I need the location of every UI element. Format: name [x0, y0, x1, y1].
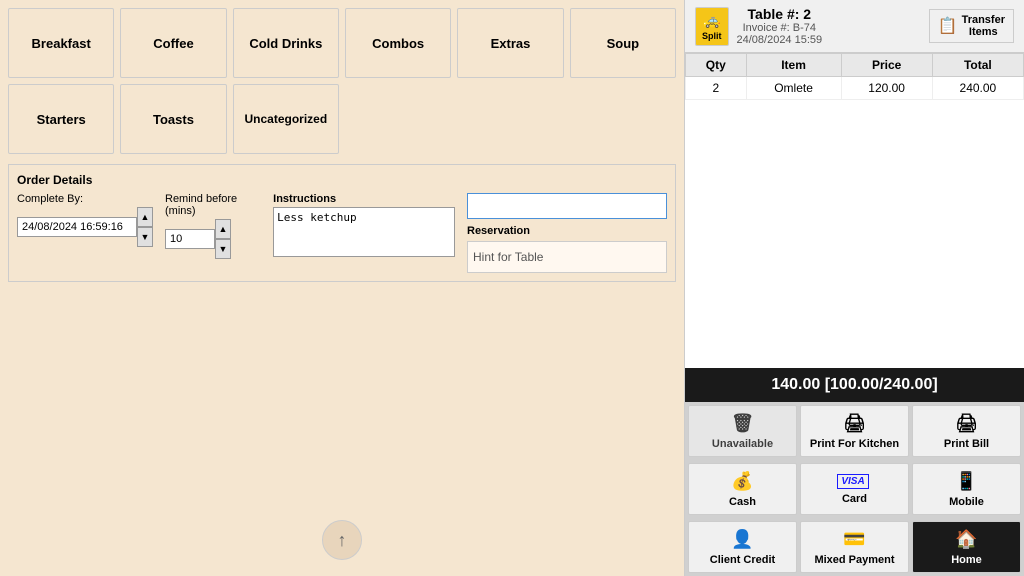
mixed-payment-label: Mixed Payment: [814, 554, 894, 566]
unavailable-label: Unavailable: [712, 438, 773, 450]
print-kitchen-button[interactable]: 🖨 Print For Kitchen: [800, 405, 909, 457]
client-credit-label: Client Credit: [710, 554, 775, 566]
home-label: Home: [951, 554, 982, 566]
col-qty: Qty: [686, 54, 747, 77]
unavailable-button[interactable]: 🗑 Unavailable: [688, 405, 797, 457]
print-kitchen-icon: 🖨: [843, 413, 866, 434]
split-label: Split: [702, 31, 722, 41]
cash-label: Cash: [729, 496, 756, 508]
reservation-area: Reservation: [467, 193, 667, 273]
menu-grid-row2: Starters Toasts Uncategorized: [8, 84, 676, 154]
table-row[interactable]: 2 Omlete 120.00 240.00: [686, 77, 1024, 100]
category-uncategorized[interactable]: Uncategorized: [233, 84, 339, 154]
mobile-button[interactable]: 📱 Mobile: [912, 463, 1021, 515]
print-bill-icon: 🖨: [955, 413, 978, 434]
remind-input[interactable]: [165, 229, 215, 249]
instructions-textarea[interactable]: Less ketchup: [273, 207, 455, 257]
table-title: Table #: 2: [737, 6, 823, 22]
complete-by-input[interactable]: [17, 217, 137, 237]
card-button[interactable]: VISA Card: [800, 463, 909, 515]
category-cold-drinks[interactable]: Cold Drinks: [233, 8, 339, 78]
remind-up[interactable]: ▲: [215, 219, 231, 239]
trash-icon: 🗑: [731, 413, 754, 434]
mixed-payment-icon: 💳: [843, 529, 865, 550]
total-text: 140.00 [100.00/240.00]: [771, 376, 937, 393]
print-kitchen-label: Print For Kitchen: [810, 438, 899, 450]
cash-icon: 💰: [731, 471, 753, 492]
action-buttons-row2: 💰 Cash VISA Card 📱 Mobile: [685, 460, 1024, 518]
remind-down[interactable]: ▼: [215, 239, 231, 259]
instructions-label: Instructions: [273, 193, 455, 205]
transfer-label: Transfer Items: [962, 14, 1005, 38]
menu-grid-row1: Breakfast Coffee Cold Drinks Combos Extr…: [8, 8, 676, 78]
table-header: 🚕 Split Table #: 2 Invoice #: B-74 24/08…: [685, 0, 1024, 53]
category-breakfast[interactable]: Breakfast: [8, 8, 114, 78]
print-bill-button[interactable]: 🖨 Print Bill: [912, 405, 1021, 457]
category-toasts[interactable]: Toasts: [120, 84, 226, 154]
reservation-label: Reservation: [467, 225, 667, 237]
client-credit-button[interactable]: 👤 Client Credit: [688, 521, 797, 573]
client-credit-icon: 👤: [731, 529, 753, 550]
split-icon: 🚕: [703, 12, 720, 29]
col-total: Total: [932, 54, 1023, 77]
cash-button[interactable]: 💰 Cash: [688, 463, 797, 515]
action-buttons-row3: 👤 Client Credit 💳 Mixed Payment 🏠 Home: [685, 518, 1024, 576]
home-icon: 🏠: [955, 529, 977, 550]
print-bill-label: Print Bill: [944, 438, 989, 450]
col-item: Item: [746, 54, 841, 77]
complete-by-label: Complete By:: [17, 193, 153, 205]
total-bar: 140.00 [100.00/240.00]: [685, 368, 1024, 402]
complete-by-field: Complete By: ▲ ▼: [17, 193, 153, 247]
complete-by-up[interactable]: ▲: [137, 207, 153, 227]
card-label: Card: [842, 493, 867, 505]
complete-by-down[interactable]: ▼: [137, 227, 153, 247]
order-table-container: Qty Item Price Total 2 Omlete 120.00 240…: [685, 53, 1024, 368]
row-qty: 2: [686, 77, 747, 100]
category-extras[interactable]: Extras: [457, 8, 563, 78]
category-combos[interactable]: Combos: [345, 8, 451, 78]
transfer-items-button[interactable]: 📋 Transfer Items: [929, 9, 1014, 43]
transfer-icon: 📋: [938, 16, 958, 36]
order-details-title: Order Details: [17, 173, 667, 187]
invoice-number: Invoice #: B-74: [737, 22, 823, 34]
action-buttons-row1: 🗑 Unavailable 🖨 Print For Kitchen 🖨 Prin…: [685, 402, 1024, 460]
home-button[interactable]: 🏠 Home: [912, 521, 1021, 573]
visa-icon: VISA: [837, 474, 871, 489]
mobile-icon: 📱: [955, 471, 977, 492]
row-total: 240.00: [932, 77, 1023, 100]
table-datetime: 24/08/2024 15:59: [737, 34, 823, 46]
mobile-label: Mobile: [949, 496, 984, 508]
category-starters[interactable]: Starters: [8, 84, 114, 154]
reservation-top-input[interactable]: [467, 193, 667, 219]
remind-label: Remind before (mins): [165, 193, 261, 217]
instructions-field: Instructions Less ketchup: [273, 193, 455, 262]
order-table: Qty Item Price Total 2 Omlete 120.00 240…: [685, 53, 1024, 100]
category-soup[interactable]: Soup: [570, 8, 676, 78]
row-price: 120.00: [841, 77, 932, 100]
table-details: Table #: 2 Invoice #: B-74 24/08/2024 15…: [737, 6, 823, 46]
order-details-section: Order Details Complete By: ▲ ▼ Remind be…: [8, 164, 676, 282]
category-coffee[interactable]: Coffee: [120, 8, 226, 78]
mixed-payment-button[interactable]: 💳 Mixed Payment: [800, 521, 909, 573]
left-panel: Breakfast Coffee Cold Drinks Combos Extr…: [0, 0, 684, 576]
table-info: 🚕 Split Table #: 2 Invoice #: B-74 24/08…: [695, 6, 822, 46]
upload-button[interactable]: ↑: [322, 520, 362, 560]
row-item: Omlete: [746, 77, 841, 100]
right-panel: 🚕 Split Table #: 2 Invoice #: B-74 24/08…: [684, 0, 1024, 576]
reservation-hint-input[interactable]: [467, 241, 667, 273]
col-price: Price: [841, 54, 932, 77]
remind-field: Remind before (mins) ▲ ▼: [165, 193, 261, 259]
split-button[interactable]: 🚕 Split: [695, 7, 729, 46]
